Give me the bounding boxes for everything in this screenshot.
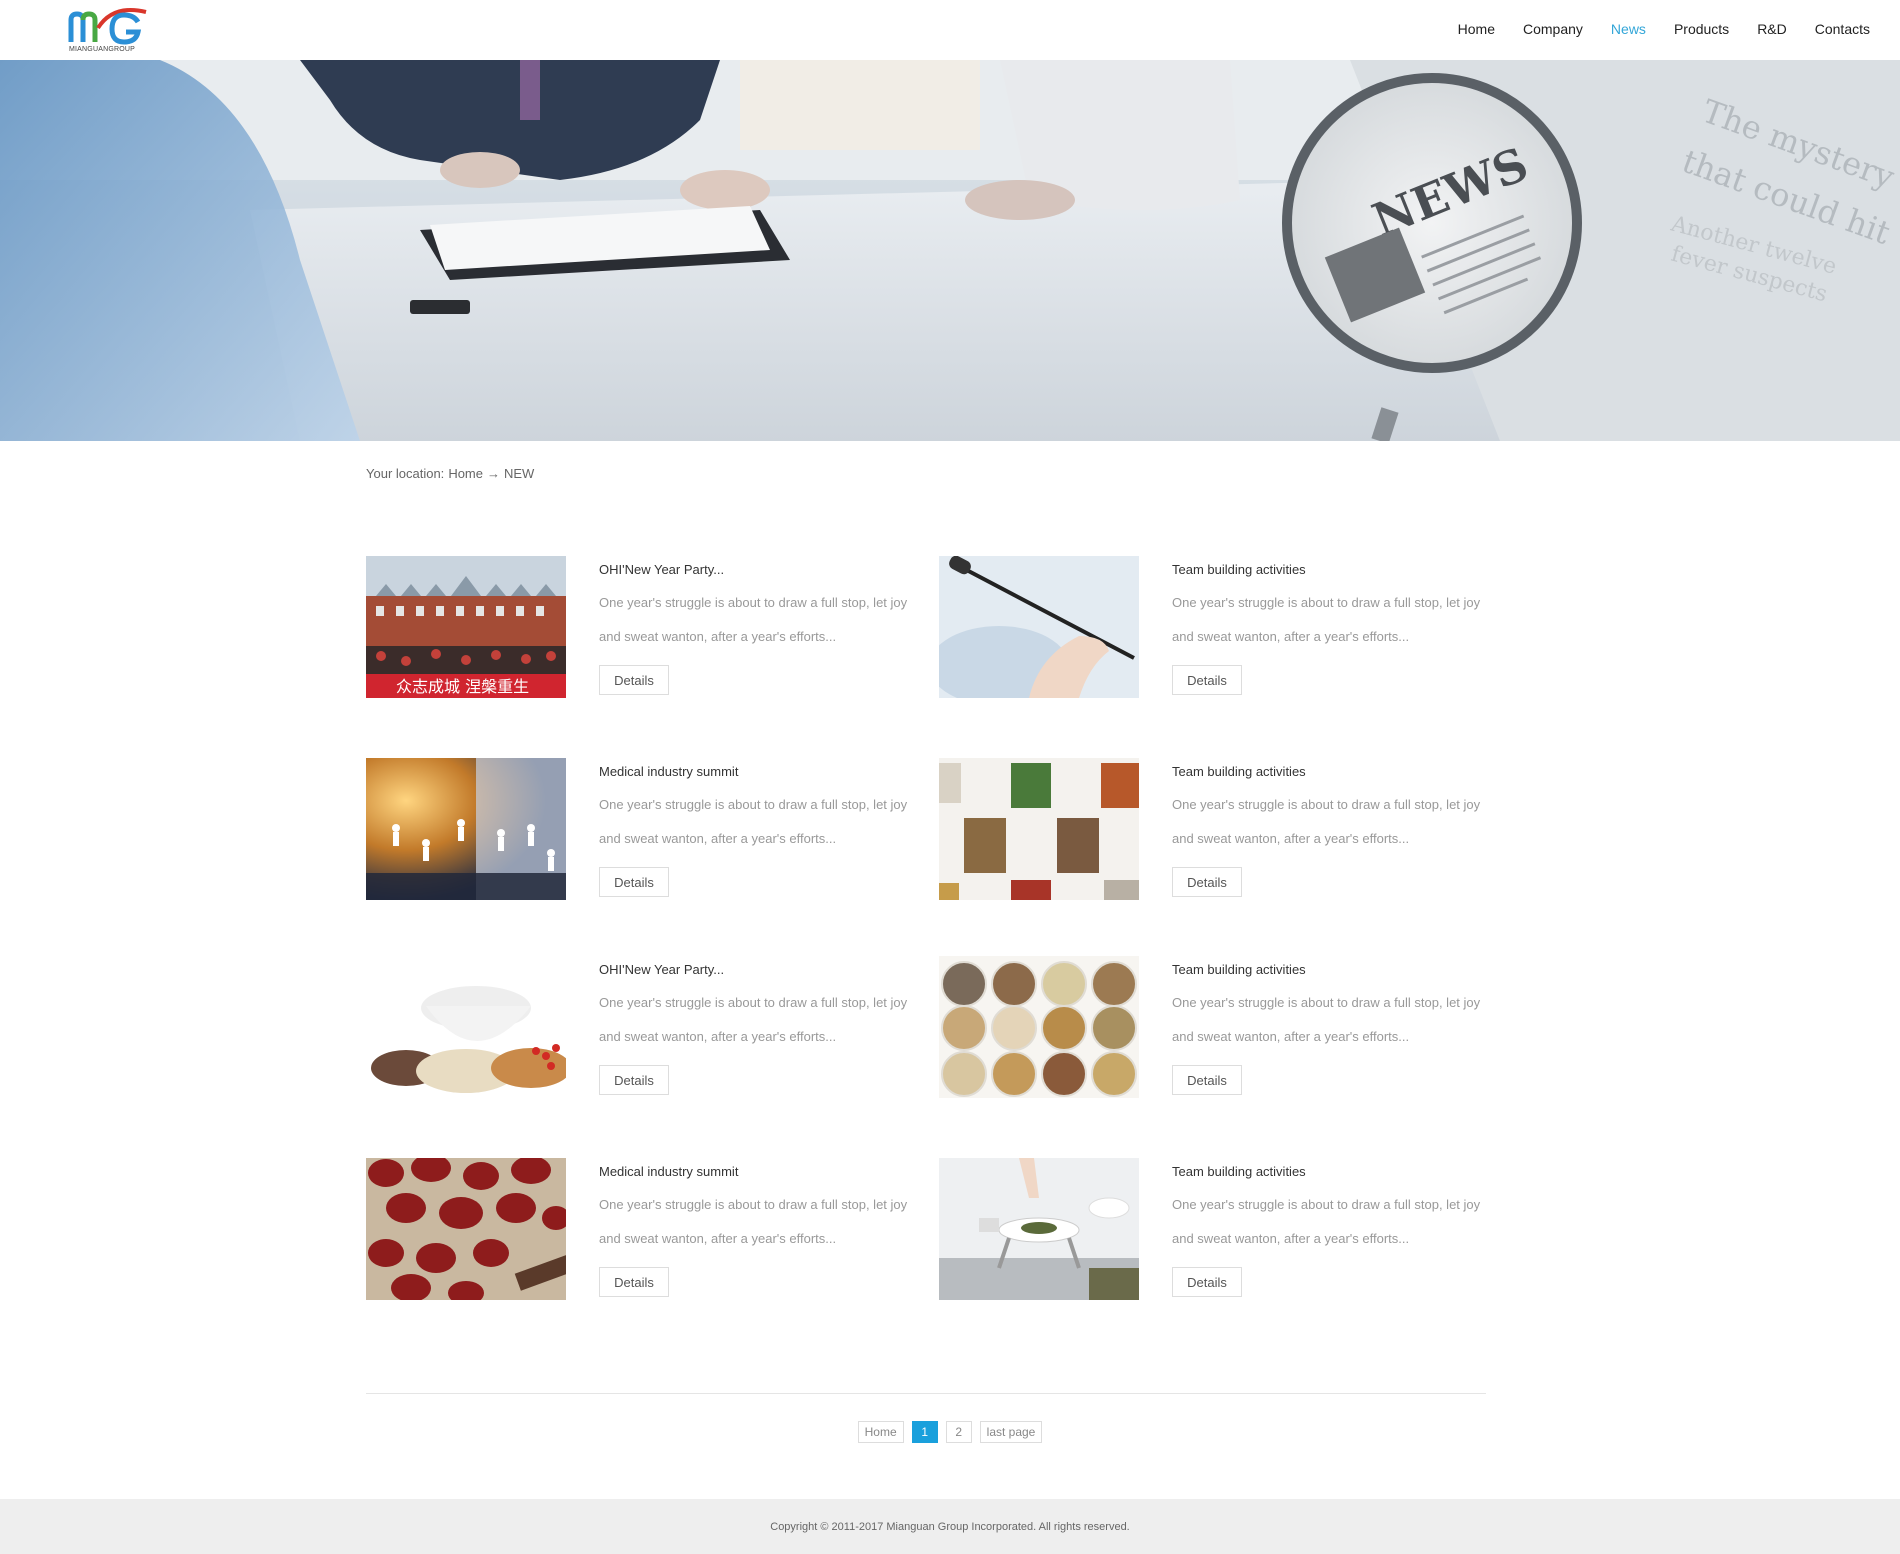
details-button[interactable]: Details	[599, 867, 669, 897]
news-thumb-tea-scale[interactable]	[939, 1158, 1139, 1300]
news-title[interactable]: Team building activities	[1172, 962, 1306, 977]
news-title[interactable]: Team building activities	[1172, 562, 1306, 577]
details-button[interactable]: Details	[599, 1065, 669, 1095]
nav-item-company[interactable]: Company	[1523, 21, 1583, 37]
crowd-banner-text: 众志成城 涅槃重生	[396, 677, 529, 696]
details-button[interactable]: Details	[1172, 665, 1242, 695]
main-nav: Home Company News Products R&D Contacts	[1430, 0, 1870, 58]
mortar-herbs-photo-image	[366, 956, 566, 1098]
breadcrumb-arrow: →	[487, 466, 500, 481]
news-title[interactable]: Medical industry summit	[599, 1164, 738, 1179]
news-title[interactable]: Team building activities	[1172, 1164, 1306, 1179]
microphone-photo-image	[939, 556, 1139, 698]
breadcrumb-prefix: Your location:	[366, 466, 445, 481]
news-thumb-red-dates[interactable]	[366, 1158, 566, 1300]
news-desc: One year's struggle is about to draw a f…	[599, 1197, 908, 1246]
details-button[interactable]: Details	[1172, 867, 1242, 897]
news-desc: One year's struggle is about to draw a f…	[599, 797, 908, 846]
site-footer: Copyright © 2011-2017 Mianguan Group Inc…	[0, 1499, 1900, 1554]
copyright-text: Copyright © 2011-2017 Mianguan Group Inc…	[770, 1520, 1130, 1533]
logo-text: MIANGUANGROUP	[69, 46, 135, 53]
news-desc: One year's struggle is about to draw a f…	[1172, 797, 1481, 846]
breadcrumb: Your location: Home → NEW	[366, 466, 538, 481]
details-button[interactable]: Details	[1172, 1267, 1242, 1297]
site-header: MIANGUANGROUP Home Company News Products…	[0, 0, 1900, 61]
tea-scale-photo-image	[939, 1158, 1139, 1300]
red-dates-photo-image	[366, 1158, 566, 1300]
business-network-photo-image	[366, 758, 566, 900]
news-desc: One year's struggle is about to draw a f…	[1172, 595, 1481, 644]
news-thumb-herb-boxes[interactable]	[939, 758, 1139, 900]
news-title[interactable]: Team building activities	[1172, 764, 1306, 779]
news-desc: One year's struggle is about to draw a f…	[1172, 995, 1481, 1044]
breadcrumb-current: NEW	[504, 466, 535, 481]
news-item: Medical industry summit One year's strug…	[366, 1158, 926, 1300]
news-thumb-business[interactable]	[366, 758, 566, 900]
herb-boxes-photo-image	[939, 758, 1139, 900]
pager-page-2[interactable]: 2	[945, 1421, 972, 1443]
news-thumb-herb-bowls[interactable]	[939, 956, 1139, 1098]
news-item: 众志成城 涅槃重生 OHI'New Year Party... One year…	[366, 556, 926, 698]
news-title[interactable]: OHI'New Year Party...	[599, 962, 724, 977]
breadcrumb-home-link[interactable]: Home	[448, 466, 483, 481]
crowd-photo-image: 众志成城 涅槃重生	[366, 556, 566, 698]
news-item: Team building activities One year's stru…	[939, 758, 1499, 900]
news-desc: One year's struggle is about to draw a f…	[599, 595, 908, 644]
pager-page-1[interactable]: 1	[911, 1421, 938, 1443]
nav-item-news[interactable]: News	[1611, 21, 1646, 37]
news-title[interactable]: OHI'New Year Party...	[599, 562, 724, 577]
pagination: Home 1 2 last page	[0, 1421, 1900, 1443]
news-thumb-crowd[interactable]: 众志成城 涅槃重生	[366, 556, 566, 698]
banner-illustration: The mystery that could hit Another twelv…	[0, 60, 1900, 441]
news-desc: One year's struggle is about to draw a f…	[1172, 1197, 1481, 1246]
news-item: Team building activities One year's stru…	[939, 1158, 1499, 1300]
details-button[interactable]: Details	[1172, 1065, 1242, 1095]
news-thumb-mortar[interactable]	[366, 956, 566, 1098]
pager-home[interactable]: Home	[857, 1421, 904, 1443]
details-button[interactable]: Details	[599, 1267, 669, 1297]
news-desc: One year's struggle is about to draw a f…	[599, 995, 908, 1044]
news-item: OHI'New Year Party... One year's struggl…	[366, 956, 926, 1098]
news-item: Medical industry summit One year's strug…	[366, 758, 926, 900]
nav-item-home[interactable]: Home	[1458, 21, 1495, 37]
brand-logo[interactable]: MIANGUANGROUP	[68, 6, 148, 54]
hero-banner: The mystery that could hit Another twelv…	[0, 60, 1900, 441]
nav-item-contacts[interactable]: Contacts	[1815, 21, 1870, 37]
herb-bowls-photo-image	[939, 956, 1139, 1098]
details-button[interactable]: Details	[599, 665, 669, 695]
news-item: Team building activities One year's stru…	[939, 556, 1499, 698]
pager-last[interactable]: last page	[979, 1421, 1043, 1443]
nav-item-rd[interactable]: R&D	[1757, 21, 1787, 37]
news-item: Team building activities One year's stru…	[939, 956, 1499, 1098]
nav-item-products[interactable]: Products	[1674, 21, 1729, 37]
logo-mark-icon	[68, 8, 147, 45]
news-thumb-microphone[interactable]	[939, 556, 1139, 698]
news-title[interactable]: Medical industry summit	[599, 764, 738, 779]
pager-divider	[366, 1393, 1486, 1394]
